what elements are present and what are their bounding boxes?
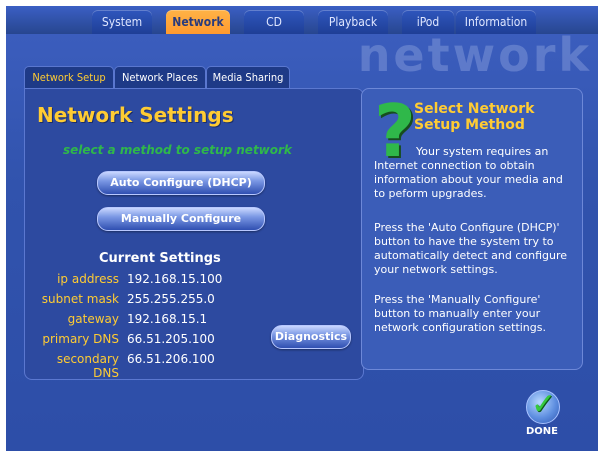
- done-label: DONE: [525, 426, 558, 437]
- current-settings-heading: Current Settings: [99, 251, 221, 266]
- subnet-mask-label: subnet mask: [41, 292, 119, 306]
- setup-hint: select a method to setup network: [63, 143, 292, 157]
- tab-network[interactable]: Network: [166, 10, 230, 34]
- checkmark-icon: ✓: [531, 387, 557, 422]
- help-paragraph-2: Press the 'Auto Configure (DHCP)' button…: [374, 221, 568, 276]
- secondary-dns-label: secondary DNS: [56, 352, 119, 380]
- section-watermark: network: [357, 28, 592, 82]
- help-paragraph-1: Your system requires an Internet connect…: [374, 145, 563, 200]
- ip-address-label: ip address: [57, 272, 119, 286]
- diagnostics-button[interactable]: Diagnostics: [271, 325, 351, 349]
- gateway-label: gateway: [67, 312, 119, 326]
- app-frame: System Network CD Playback iPod Informat…: [6, 6, 598, 451]
- primary-dns-label: primary DNS: [42, 332, 119, 346]
- help-paragraph-3: Press the 'Manually Configure' button to…: [374, 293, 546, 334]
- tab-cd[interactable]: CD: [244, 10, 304, 34]
- panel-title: Network Settings: [37, 103, 234, 127]
- subtab-network-setup[interactable]: Network Setup: [24, 66, 114, 89]
- help-title: Select Network Setup Method: [414, 101, 535, 133]
- manually-configure-button[interactable]: Manually Configure: [97, 207, 265, 231]
- gateway-value: 192.168.15.1: [127, 312, 208, 326]
- ip-address-value: 192.168.15.100: [127, 272, 223, 286]
- subnet-mask-value: 255.255.255.0: [127, 292, 215, 306]
- subtab-media-sharing[interactable]: Media Sharing: [206, 66, 290, 89]
- auto-configure-button[interactable]: Auto Configure (DHCP): [97, 171, 265, 195]
- tab-system[interactable]: System: [92, 10, 152, 34]
- primary-dns-value: 66.51.205.100: [127, 332, 215, 346]
- network-settings-panel: Network Settings select a method to setu…: [24, 88, 364, 380]
- subtab-network-places[interactable]: Network Places: [114, 66, 206, 89]
- secondary-dns-value: 66.51.206.100: [127, 352, 215, 366]
- help-panel: ? Select Network Setup Method Your syste…: [361, 88, 583, 370]
- done-button[interactable]: ✓ DONE: [522, 387, 566, 440]
